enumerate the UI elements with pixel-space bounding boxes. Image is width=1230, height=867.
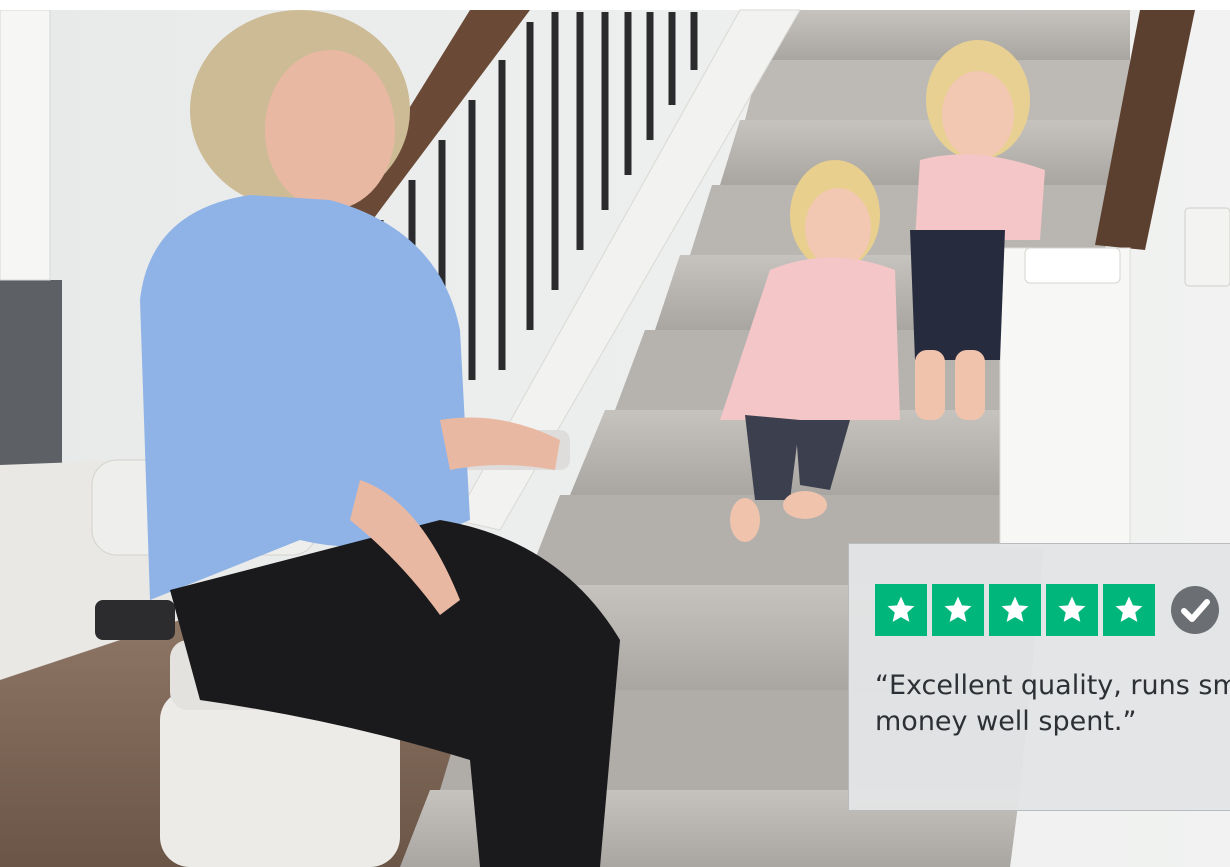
star-icon: [875, 584, 927, 636]
left-window-frame: [0, 9, 51, 281]
verified-check-icon: [1171, 586, 1219, 634]
star-icon: [932, 584, 984, 636]
light-switch: [1184, 207, 1230, 287]
review-card: “Excellent quality, runs sm money well s…: [848, 543, 1230, 811]
star-icon: [989, 584, 1041, 636]
top-ceiling-strip: [0, 0, 1230, 10]
star-icon: [1046, 584, 1098, 636]
left-cabinet: [0, 280, 62, 475]
stairlift-photo-scene: “Excellent quality, runs sm money well s…: [0, 0, 1230, 867]
newel-post-cap: [1024, 247, 1121, 284]
star-icon: [1103, 584, 1155, 636]
star-rating: [875, 584, 1220, 636]
newel-post: [999, 247, 1131, 549]
review-quote: “Excellent quality, runs sm money well s…: [875, 670, 1230, 737]
